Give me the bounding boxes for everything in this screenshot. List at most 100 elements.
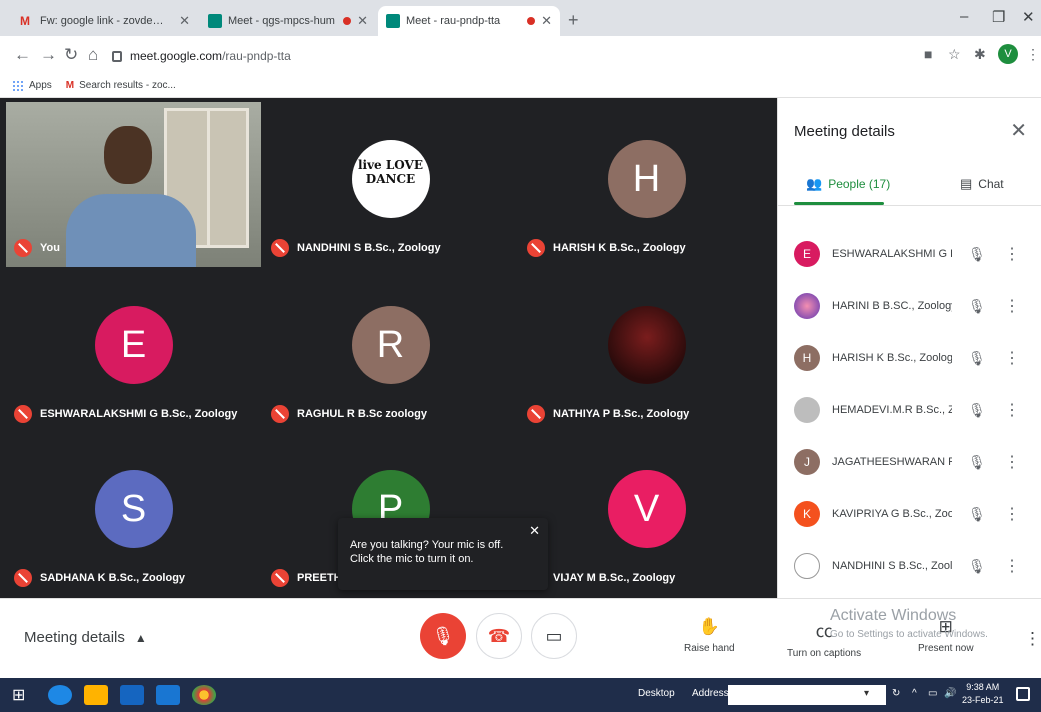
avatar: R (351, 305, 430, 384)
mic-off-icon: 🎙 (431, 625, 455, 646)
close-panel-icon[interactable]: ✕ (1010, 118, 1027, 143)
captions-label: Turn on captions (787, 648, 862, 659)
mic-off-icon (14, 239, 32, 257)
video-tile[interactable]: V VIJAY M B.Sc., Zoology (519, 432, 774, 597)
more-options-icon[interactable]: ⋮ (1004, 452, 1020, 472)
recording-icon (343, 17, 352, 25)
star-icon[interactable]: ☆ (948, 46, 961, 63)
gmail-icon: M (65, 80, 75, 91)
more-options-icon[interactable]: ⋮ (1004, 504, 1020, 524)
video-tile[interactable]: E ESHWARALAKSHMI G B.Sc., Zoology (6, 268, 261, 433)
notifications-icon[interactable] (1016, 687, 1030, 701)
url-path: /rau-pndp-tta (222, 49, 291, 63)
video-tile[interactable]: H HARISH K B.Sc., Zoology (519, 102, 774, 267)
mic-off-icon (527, 239, 545, 257)
refresh-icon[interactable]: ↻ (892, 688, 900, 699)
participant-row[interactable]: NANDHINI S B.Sc., Zool... ⋮ (778, 540, 1041, 592)
participant-name: NANDHINI S B.Sc., Zool... (832, 560, 952, 572)
mic-toggle-button[interactable]: 🎙 (420, 613, 466, 659)
store-icon[interactable] (120, 685, 144, 705)
mail-icon[interactable] (156, 685, 180, 705)
file-explorer-icon[interactable] (84, 685, 108, 705)
avatar-dance-logo: live LOVE DANCE (351, 139, 430, 218)
gmail-icon: M (20, 14, 30, 28)
mic-off-icon (271, 569, 289, 587)
restore-button[interactable]: ❐ (992, 8, 1005, 26)
raise-hand-label: Raise hand (684, 643, 735, 654)
more-options-icon[interactable]: ⋮ (1024, 629, 1041, 649)
tab-chat[interactable]: ▤ Chat (960, 176, 1004, 192)
tab-meet-qgs[interactable]: Meet - qgs-mpcs-hum ✕ (200, 6, 376, 36)
participant-avatar: H (794, 345, 820, 371)
apps-grid-icon (12, 79, 24, 92)
participant-row[interactable]: J JAGATHEESHWARAN R... ⋮ (778, 436, 1041, 488)
more-options-icon[interactable]: ⋮ (1004, 556, 1020, 576)
participant-row[interactable]: HEMADEVI.M.R B.Sc., Z... ⋮ (778, 384, 1041, 436)
participant-row[interactable]: HARINI B B.SC., Zoology ⋮ (778, 280, 1041, 332)
system-clock[interactable]: 9:38 AM 23-Feb-21 (962, 681, 1004, 707)
camera-indicator-icon[interactable]: ■ (924, 46, 932, 62)
video-tile[interactable]: live LOVE DANCE NANDHINI S B.Sc., Zoolog… (263, 102, 518, 267)
participant-row[interactable]: K KAVIPRIYA G B.Sc., Zool... ⋮ (778, 488, 1041, 540)
person-body (66, 194, 196, 267)
participant-row[interactable]: H HARISH K B.Sc., Zoology ⋮ (778, 332, 1041, 384)
activate-windows-subtext: Go to Settings to activate Windows. (830, 629, 988, 640)
chrome-icon[interactable] (192, 685, 216, 705)
tile-label: VIJAY M B.Sc., Zoology (527, 569, 675, 587)
address-toolbar-input[interactable]: ▾ (728, 685, 886, 705)
toast-close-icon[interactable]: ✕ (529, 524, 540, 538)
battery-icon[interactable]: ▭ (928, 688, 937, 699)
raise-hand-button[interactable]: ✋ Raise hand (684, 617, 735, 654)
bookmark-apps[interactable]: Apps (12, 79, 52, 92)
video-tile[interactable]: R RAGHUL R B.Sc zoology (263, 268, 518, 433)
meeting-details-button[interactable]: Meeting details ▲ (24, 629, 147, 646)
tile-label: ESHWARALAKSHMI G B.Sc., Zoology (14, 405, 237, 423)
participant-name: ESHWARALAKSHMI G B.Sc., Zoology (40, 408, 238, 420)
clock-date: 23-Feb-21 (962, 695, 1004, 705)
more-options-icon[interactable]: ⋮ (1004, 400, 1020, 420)
new-tab-button[interactable]: + (568, 10, 579, 31)
url-field[interactable]: meet.google.com /rau-pndp-tta (112, 43, 942, 69)
tab-meet-rau[interactable]: Meet - rau-pndp-tta ✕ (378, 6, 560, 36)
close-tab-icon[interactable]: ✕ (357, 13, 368, 29)
home-icon[interactable]: ⌂ (88, 45, 98, 65)
extensions-icon[interactable]: ✱ (974, 46, 986, 63)
close-tab-icon[interactable]: ✕ (179, 13, 190, 29)
close-tab-icon[interactable]: ✕ (541, 13, 552, 29)
menu-icon[interactable]: ⋮ (1026, 46, 1040, 63)
minimize-button[interactable]: – (960, 8, 968, 25)
camera-toggle-button[interactable]: ▭ (531, 613, 577, 659)
start-button-icon[interactable]: ⊞ (12, 685, 36, 705)
desktop-toolbar-label[interactable]: Desktop (638, 688, 675, 699)
more-options-icon[interactable]: ⋮ (1004, 348, 1020, 368)
edge-icon[interactable] (48, 685, 72, 705)
mic-off-toast: Are you talking? Your mic is off. Click … (338, 518, 548, 590)
participant-list[interactable]: E ESHWARALAKSHMI G B... ⋮ HARINI B B.SC.… (778, 228, 1041, 592)
avatar: V (607, 469, 686, 548)
more-options-icon[interactable]: ⋮ (1004, 244, 1020, 264)
meet-icon (208, 14, 222, 28)
video-tile-self[interactable]: You (6, 102, 261, 267)
mic-off-icon (271, 239, 289, 257)
video-tile[interactable]: S SADHANA K B.Sc., Zoology (6, 432, 261, 597)
tab-label: Chat (978, 177, 1004, 191)
reload-icon[interactable]: ↻ (64, 45, 78, 65)
forward-icon[interactable]: → (40, 45, 57, 65)
participant-row[interactable]: E ESHWARALAKSHMI G B... ⋮ (778, 228, 1041, 280)
back-icon[interactable]: ← (14, 45, 31, 65)
leave-call-button[interactable]: ☎ (476, 613, 522, 659)
more-options-icon[interactable]: ⋮ (1004, 296, 1020, 316)
avatar: H (607, 139, 686, 218)
meeting-details-label: Meeting details (24, 629, 125, 646)
mic-off-icon (271, 405, 289, 423)
mic-off-icon (968, 350, 986, 367)
tray-chevron-icon[interactable]: ^ (912, 688, 917, 699)
volume-icon[interactable]: 🔊 (944, 688, 956, 699)
tab-people[interactable]: 👥 People (17) (806, 176, 890, 192)
tab-gmail[interactable]: M Fw: google link - zovde@muthayammal ✕ (12, 6, 198, 36)
bookmark-search-results[interactable]: M Search results - zoc... (66, 80, 176, 91)
participant-name: JAGATHEESHWARAN R... (832, 456, 952, 468)
video-tile[interactable]: NATHIYA P B.Sc., Zoology (519, 268, 774, 433)
profile-avatar[interactable]: V (998, 44, 1018, 64)
close-window-button[interactable]: ✕ (1022, 8, 1035, 26)
